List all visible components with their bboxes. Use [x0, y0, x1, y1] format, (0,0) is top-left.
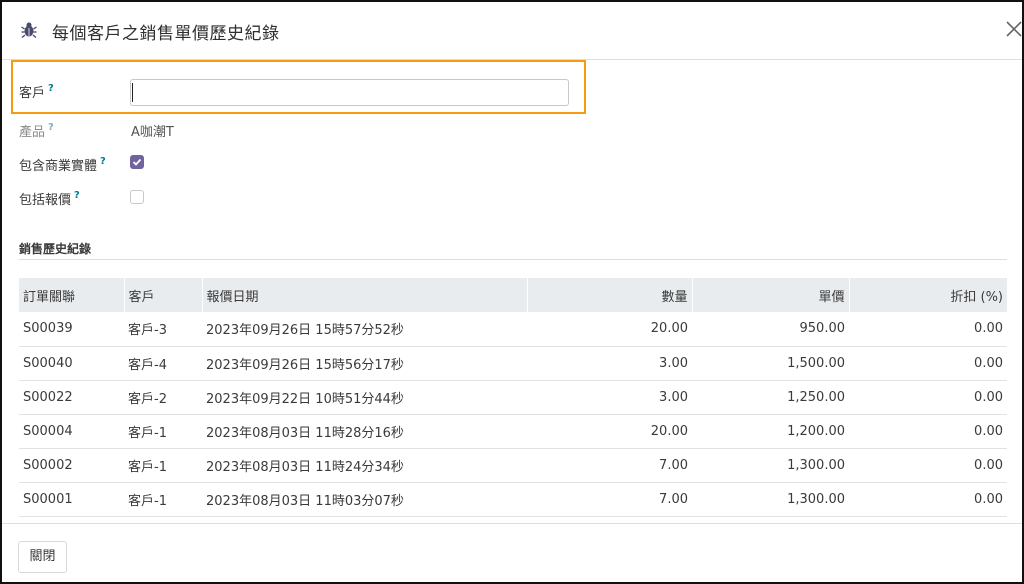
- table-row[interactable]: S00022 客戶-2 2023年09月22日 10時51分44秒 3.00 1…: [19, 380, 1007, 415]
- cell-date: 2023年09月26日 15時57分52秒: [202, 312, 527, 347]
- table-row[interactable]: S00002 客戶-1 2023年08月03日 11時24分34秒 7.00 1…: [19, 448, 1007, 483]
- bug-icon: [21, 22, 37, 38]
- dialog: 每個客戶之銷售單價歷史紀錄 客戶? 產品? A咖潮T 包含商業實體? 包括報價?…: [0, 0, 1024, 584]
- help-icon[interactable]: ?: [48, 122, 54, 133]
- product-value: A咖潮T: [131, 125, 174, 140]
- include-quotes-checkbox[interactable]: [130, 190, 144, 204]
- include-quotes-label: 包括報價?: [19, 190, 80, 208]
- cell-order: S00001: [19, 482, 124, 517]
- cell-discount: 0.00: [849, 448, 1007, 483]
- table-row[interactable]: S00039 客戶-3 2023年09月26日 15時57分52秒 20.00 …: [19, 312, 1007, 347]
- close-icon[interactable]: [1004, 19, 1022, 39]
- cell-price: 1,200.00: [692, 414, 849, 449]
- include-company-checkbox[interactable]: [130, 155, 144, 169]
- cell-date: 2023年08月03日 11時28分16秒: [202, 414, 527, 449]
- cell-discount: 0.00: [849, 380, 1007, 415]
- cell-order: S00022: [19, 380, 124, 415]
- help-icon[interactable]: ?: [100, 156, 106, 167]
- dialog-header: 每個客戶之銷售單價歷史紀錄: [2, 2, 1022, 60]
- cell-quantity: 20.00: [527, 312, 692, 347]
- help-icon[interactable]: ?: [48, 83, 54, 94]
- cell-discount: 0.00: [849, 346, 1007, 381]
- cell-customer: 客戶-1: [124, 414, 202, 449]
- cell-discount: 0.00: [849, 482, 1007, 517]
- cell-price: 1,250.00: [692, 380, 849, 415]
- customer-input[interactable]: [130, 79, 569, 106]
- section-divider: [19, 259, 1007, 260]
- column-header-discount[interactable]: 折扣 (%): [848, 278, 1007, 312]
- cell-quantity: 7.00: [527, 482, 692, 517]
- cell-price: 950.00: [692, 312, 849, 347]
- column-header-customer[interactable]: 客戶: [123, 278, 202, 312]
- column-header-price[interactable]: 單價: [691, 278, 849, 312]
- help-icon[interactable]: ?: [74, 190, 80, 201]
- close-button[interactable]: 關閉: [18, 541, 67, 573]
- cell-quantity: 20.00: [527, 414, 692, 449]
- footer-divider: [2, 523, 1022, 524]
- cell-date: 2023年09月26日 15時56分17秒: [202, 346, 527, 381]
- table-row[interactable]: S00001 客戶-1 2023年08月03日 11時03分07秒 7.00 1…: [19, 482, 1007, 517]
- column-header-quantity[interactable]: 數量: [526, 278, 692, 312]
- cell-order: S00002: [19, 448, 124, 483]
- customer-label: 客戶?: [19, 83, 54, 101]
- cell-price: 1,300.00: [692, 482, 849, 517]
- cell-date: 2023年08月03日 11時24分34秒: [202, 448, 527, 483]
- table-row[interactable]: S00004 客戶-1 2023年08月03日 11時28分16秒 20.00 …: [19, 414, 1007, 449]
- cell-customer: 客戶-2: [124, 380, 202, 415]
- cell-quantity: 7.00: [527, 448, 692, 483]
- history-table: 訂單關聯 客戶 報價日期 數量 單價 折扣 (%) S00039 客戶-3 20…: [19, 278, 1007, 517]
- column-header-order[interactable]: 訂單關聯: [19, 278, 124, 312]
- cell-quantity: 3.00: [527, 346, 692, 381]
- cell-customer: 客戶-1: [124, 448, 202, 483]
- include-company-label: 包含商業實體?: [19, 156, 106, 174]
- cell-quantity: 3.00: [527, 380, 692, 415]
- cell-price: 1,500.00: [692, 346, 849, 381]
- cell-customer: 客戶-1: [124, 482, 202, 517]
- cell-order: S00004: [19, 414, 124, 449]
- cell-discount: 0.00: [849, 414, 1007, 449]
- cell-discount: 0.00: [849, 312, 1007, 347]
- column-header-date[interactable]: 報價日期: [201, 278, 527, 312]
- cell-order: S00039: [19, 312, 124, 347]
- cell-price: 1,300.00: [692, 448, 849, 483]
- cell-customer: 客戶-4: [124, 346, 202, 381]
- table-row[interactable]: S00040 客戶-4 2023年09月26日 15時56分17秒 3.00 1…: [19, 346, 1007, 381]
- cell-order: S00040: [19, 346, 124, 381]
- table-header-row: 訂單關聯 客戶 報價日期 數量 單價 折扣 (%): [19, 278, 1007, 312]
- product-label: 產品?: [19, 122, 54, 140]
- cell-date: 2023年09月22日 10時51分44秒: [202, 380, 527, 415]
- section-title: 銷售歷史紀錄: [19, 242, 92, 256]
- cell-date: 2023年08月03日 11時03分07秒: [202, 482, 527, 517]
- dialog-title: 每個客戶之銷售單價歷史紀錄: [52, 24, 280, 44]
- cell-customer: 客戶-3: [124, 312, 202, 347]
- check-icon: [132, 158, 142, 166]
